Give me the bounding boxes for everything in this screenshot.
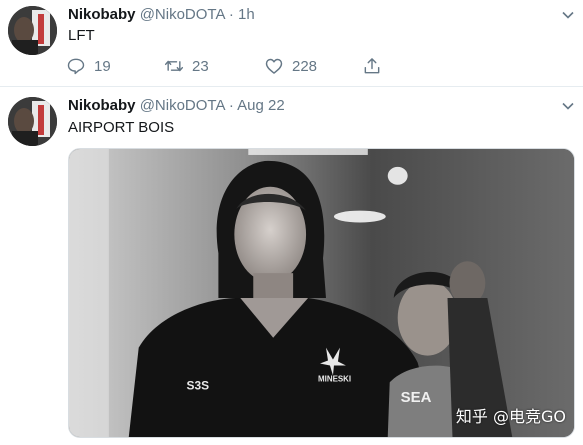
separator: · [228,6,234,23]
jacket-brand: MINESKI [318,374,351,383]
share-button[interactable] [362,55,382,77]
like-button[interactable]: 228 [264,55,317,77]
display-name[interactable]: Nikobaby [68,97,136,114]
like-count: 228 [292,57,318,75]
heart-icon [265,58,283,74]
tweet[interactable]: Nikobaby @NikoDOTA · 1h LFT 19 23 228 [0,0,583,86]
tweet-text: AIRPORT BOIS [68,119,175,136]
retweet-button[interactable]: 23 [164,55,209,77]
retweet-count: 23 [192,57,209,75]
tweet-header: Nikobaby @NikoDOTA · 1h [68,6,255,24]
tweet-text: LFT [68,27,95,44]
sponsor-text: SEA [401,390,432,406]
tweet-header: Nikobaby @NikoDOTA · Aug 22 [68,97,285,115]
user-handle[interactable]: @NikoDOTA [140,6,225,23]
sleeve-logo: S3S [187,378,210,392]
reply-count: 19 [94,57,111,75]
tweet[interactable]: Nikobaby @NikoDOTA · Aug 22 AIRPORT BOIS [0,86,583,445]
chevron-down-icon[interactable] [561,99,575,113]
chevron-down-icon[interactable] [561,8,575,22]
reply-button[interactable]: 19 [66,55,111,77]
retweet-icon [164,60,184,72]
avatar[interactable] [8,6,57,55]
reply-icon [67,58,85,75]
user-handle[interactable]: @NikoDOTA [140,97,225,114]
tweet-actions: 19 23 228 [66,55,396,77]
tweet-photo[interactable]: S3S MINESKI SEA 知乎 @电竞GO [68,148,575,438]
watermark: 知乎 @电竞GO [455,407,566,426]
avatar[interactable] [8,97,57,146]
share-icon [364,58,380,74]
timestamp[interactable]: Aug 22 [237,97,285,114]
separator: · [228,97,234,114]
display-name[interactable]: Nikobaby [68,6,136,23]
timestamp[interactable]: 1h [238,6,255,23]
